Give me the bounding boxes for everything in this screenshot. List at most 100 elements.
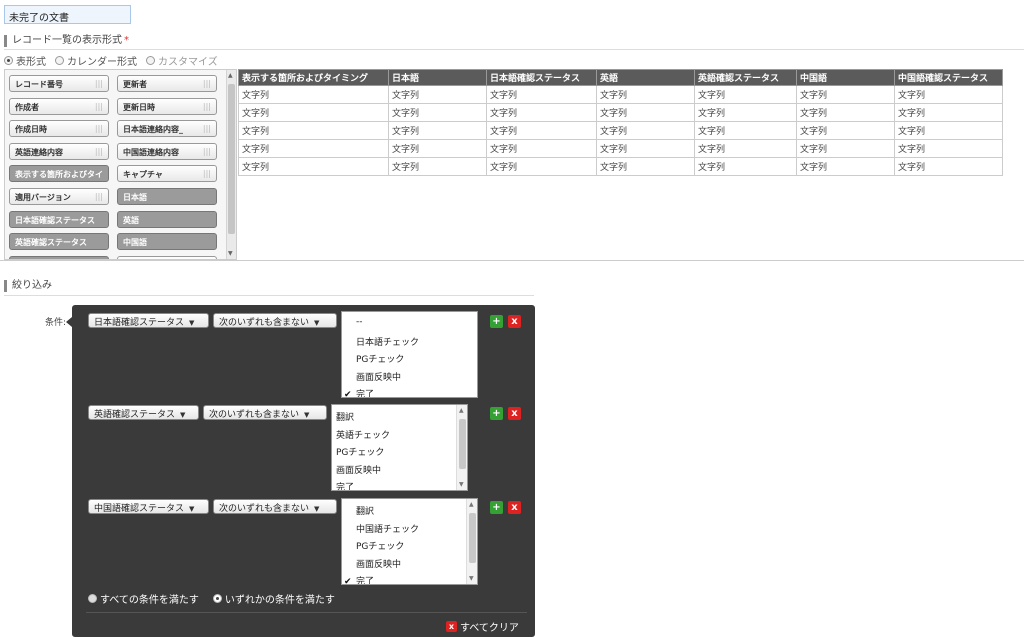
field-chip[interactable]: 中国語 bbox=[117, 233, 217, 251]
listbox-option[interactable]: PGチェック bbox=[332, 445, 384, 458]
table-cell: 文字列 bbox=[694, 103, 797, 122]
field-chip[interactable]: 英語連絡内容 ||| bbox=[9, 142, 109, 160]
drag-grip-icon[interactable]: ||| bbox=[203, 147, 211, 156]
scrollbar-thumb[interactable] bbox=[469, 513, 476, 563]
field-chip[interactable]: 作成日時 ||| bbox=[9, 120, 109, 138]
option-label: 画面反映中 bbox=[356, 559, 402, 570]
scrollbar-thumb[interactable] bbox=[228, 84, 235, 234]
field-chip[interactable]: 更新者 ||| bbox=[117, 75, 217, 92]
scroll-up-icon[interactable]: ▲ bbox=[469, 501, 474, 508]
listbox-option[interactable]: 中国語チェック bbox=[344, 522, 419, 535]
scrollbar-thumb[interactable] bbox=[459, 419, 466, 469]
listbox-option[interactable]: 日本語チェック bbox=[344, 335, 419, 348]
field-chip[interactable]: レコード番号 ||| bbox=[9, 75, 109, 92]
display-format-options: 表形式 カレンダー形式 カスタマイズ bbox=[4, 53, 218, 68]
format-option-custom[interactable]: カスタマイズ bbox=[146, 53, 218, 68]
field-chip-label: 中国語 bbox=[123, 238, 147, 248]
field-chip[interactable]: 適用バージョン ||| bbox=[9, 188, 109, 205]
field-chip-label: 適用バージョン bbox=[15, 193, 71, 202]
listbox-option[interactable]: ✔完了 bbox=[344, 574, 374, 584]
select-value: 次のいずれも含まない bbox=[209, 410, 300, 420]
option-label: 完了 bbox=[336, 483, 355, 491]
drag-grip-icon[interactable]: ||| bbox=[203, 124, 211, 133]
listbox-option[interactable]: 翻訳 bbox=[344, 504, 374, 517]
view-name-field[interactable]: 未完了の文書 bbox=[4, 5, 131, 24]
listbox-option[interactable]: 翻訳 bbox=[332, 410, 354, 423]
condition-operator-select[interactable]: 次のいずれも含まない ▼ bbox=[213, 499, 337, 514]
table-cell: 文字列 bbox=[894, 139, 1003, 158]
field-palette-scrollbar[interactable]: ▲ ▼ bbox=[226, 70, 236, 259]
column-header: 日本語確認ステータス bbox=[486, 69, 597, 86]
field-chip-label: 作成者 bbox=[15, 102, 39, 112]
drag-grip-icon[interactable]: ||| bbox=[203, 169, 211, 178]
drag-grip-icon[interactable]: ||| bbox=[95, 124, 103, 133]
table-cell: 文字列 bbox=[388, 103, 487, 122]
table-cell: 文字列 bbox=[596, 85, 695, 104]
condition-field-select[interactable]: 日本語確認ステータス ▼ bbox=[88, 313, 209, 328]
drag-grip-icon[interactable]: ||| bbox=[95, 192, 103, 201]
scroll-up-icon[interactable]: ▲ bbox=[459, 407, 464, 414]
option-label: 英語チェック bbox=[336, 430, 391, 441]
field-chip[interactable]: 更新日時 ||| bbox=[117, 97, 217, 115]
condition-field-select[interactable]: 英語確認ステータス ▼ bbox=[88, 405, 199, 420]
listbox-option[interactable]: 画面反映中 bbox=[344, 370, 401, 383]
radio-selected-icon bbox=[212, 594, 222, 603]
condition-values-listbox[interactable]: 翻訳英語チェックPGチェック画面反映中✔完了▲▼ bbox=[331, 404, 468, 491]
listbox-option[interactable]: ✔完了 bbox=[344, 387, 374, 397]
match-any-radio[interactable]: いずれかの条件を満たす bbox=[212, 591, 335, 606]
field-palette: レコード番号 ||| 更新者 ||| 作成者 ||| 更新日時 ||| 作成日時 ||| 日本語連絡… bbox=[4, 69, 237, 260]
listbox-option[interactable]: -- bbox=[344, 317, 363, 327]
listbox-scrollbar[interactable]: ▲ ▼ bbox=[456, 405, 467, 490]
add-condition-button[interactable]: + bbox=[490, 315, 503, 328]
remove-condition-button[interactable]: x bbox=[508, 501, 521, 514]
match-all-radio[interactable]: すべての条件を満たす bbox=[88, 591, 199, 606]
field-chip[interactable]: 英語 bbox=[117, 210, 217, 228]
drag-grip-icon[interactable]: ||| bbox=[95, 147, 103, 156]
condition-operator-select[interactable]: 次のいずれも含まない ▼ bbox=[203, 405, 327, 420]
listbox-scrollbar[interactable]: ▲ ▼ bbox=[466, 499, 477, 584]
table-cell: 文字列 bbox=[388, 157, 487, 176]
table-row: 文字列 文字列 文字列 文字列 文字列 文字列 文字列 bbox=[238, 85, 1003, 104]
drag-grip-icon[interactable]: ||| bbox=[95, 102, 103, 111]
scroll-down-icon[interactable]: ▼ bbox=[469, 575, 474, 582]
display-format-label: レコード一覧の表示形式 * bbox=[4, 35, 129, 47]
condition-operator-select[interactable]: 次のいずれも含まない ▼ bbox=[213, 313, 337, 328]
field-chip[interactable]: キャプチャ ||| bbox=[117, 165, 217, 183]
field-chip[interactable]: 作成者 ||| bbox=[9, 97, 109, 115]
remove-condition-button[interactable]: x bbox=[508, 407, 521, 420]
field-chip[interactable]: 日本語 bbox=[117, 188, 217, 205]
field-chip[interactable]: 中国語連絡内容 ||| bbox=[117, 142, 217, 160]
condition-values-listbox[interactable]: -- 日本語チェック PGチェック 画面反映中 ✔ 完了 bbox=[341, 311, 478, 398]
format-option-calendar[interactable]: カレンダー形式 bbox=[55, 53, 137, 68]
clear-all-button[interactable]: x すべてクリア bbox=[446, 619, 519, 634]
listbox-option[interactable]: ✔完了 bbox=[332, 480, 355, 491]
field-chip-label: 日本語連絡内容_ bbox=[123, 125, 183, 135]
section-divider bbox=[4, 49, 1024, 50]
condition-values-listbox[interactable]: 翻訳 中国語チェック PGチェック 画面反映中 ✔ 完了 ▲ ▼ bbox=[341, 498, 478, 585]
listbox-option[interactable]: 画面反映中 bbox=[344, 557, 401, 570]
drag-grip-icon[interactable]: ||| bbox=[95, 79, 103, 88]
drag-grip-icon[interactable]: ||| bbox=[203, 79, 211, 88]
listbox-option[interactable]: 画面反映中 bbox=[332, 463, 381, 476]
chevron-down-icon: ▼ bbox=[180, 411, 186, 419]
listbox-option[interactable]: 英語チェック bbox=[332, 428, 391, 441]
remove-condition-button[interactable]: x bbox=[508, 315, 521, 328]
add-condition-button[interactable]: + bbox=[490, 501, 503, 514]
field-chip[interactable]: 日本語連絡内容_ ||| bbox=[117, 120, 217, 138]
scroll-down-icon[interactable]: ▼ bbox=[228, 250, 233, 257]
condition-field-select[interactable]: 中国語確認ステータス ▼ bbox=[88, 499, 209, 514]
scroll-down-icon[interactable]: ▼ bbox=[459, 481, 464, 488]
drag-grip-icon[interactable]: ||| bbox=[203, 102, 211, 111]
section-divider bbox=[4, 295, 534, 296]
add-condition-button[interactable]: + bbox=[490, 407, 503, 420]
select-value: 英語確認ステータス bbox=[94, 410, 176, 420]
field-chip[interactable]: 表示する箇所およびタイ bbox=[9, 165, 109, 183]
format-option-table[interactable]: 表形式 bbox=[4, 53, 46, 68]
listbox-option[interactable]: PGチェック bbox=[344, 539, 404, 552]
scroll-up-icon[interactable]: ▲ bbox=[228, 72, 233, 79]
listbox-option[interactable]: PGチェック bbox=[344, 352, 404, 365]
field-chip[interactable]: 日本語確認ステータス bbox=[9, 210, 109, 228]
record-list-preview: 表示する箇所およびタイミング 日本語 日本語確認ステータス 英語 英語確認ステータス 中国… bbox=[238, 69, 1003, 176]
table-cell: 文字列 bbox=[796, 103, 895, 122]
field-chip[interactable]: 英語確認ステータス bbox=[9, 233, 109, 251]
